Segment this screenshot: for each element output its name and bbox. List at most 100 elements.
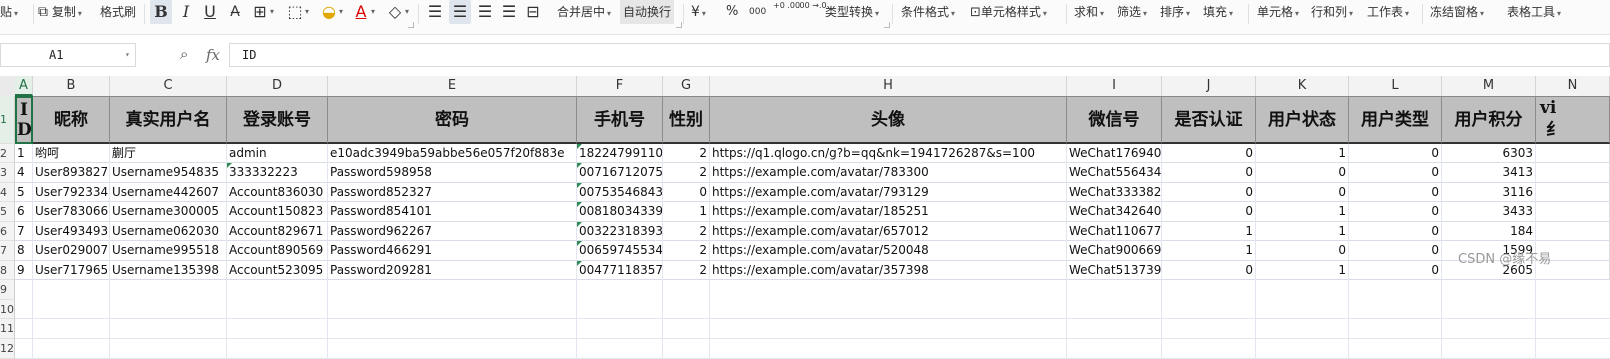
header-cell[interactable]: 登录账号	[227, 96, 328, 144]
data-cell[interactable]: 2	[663, 163, 710, 183]
column-header-m[interactable]: M	[1442, 76, 1536, 96]
data-cell[interactable]: admin	[227, 144, 328, 163]
data-cell[interactable]: Username135398	[110, 261, 227, 280]
id-cell[interactable]: 6	[15, 202, 33, 222]
data-cell[interactable]: WeChat556434	[1067, 163, 1162, 183]
data-cell[interactable]: 1	[1162, 241, 1256, 261]
align-left-icon[interactable]: ☰	[424, 0, 446, 24]
cell-button[interactable]: 单元格 ▾	[1257, 0, 1299, 24]
header-cell[interactable]: 密码	[328, 96, 577, 144]
align-group-expander[interactable]	[676, 22, 682, 28]
column-header-k[interactable]: K	[1256, 76, 1349, 96]
font-group-expander[interactable]	[408, 22, 414, 28]
column-header-a[interactable]: A	[15, 76, 33, 96]
data-cell[interactable]: 0	[1349, 241, 1442, 261]
type-convert-button[interactable]: 类型转换 ▾	[825, 0, 879, 24]
empty-row[interactable]	[15, 319, 1610, 339]
data-cell[interactable]: WeChat333382	[1067, 183, 1162, 202]
select-all-corner[interactable]	[0, 76, 16, 96]
id-cell[interactable]: 5	[15, 183, 33, 202]
data-cell[interactable]: 1	[1256, 261, 1349, 280]
data-cell[interactable]: User029007	[33, 241, 110, 261]
header-cell[interactable]: 微信号	[1067, 96, 1162, 144]
header-cell[interactable]: 是否认证	[1162, 96, 1256, 144]
font-color-icon[interactable]: A	[350, 0, 372, 24]
fx-icon[interactable]: fx	[206, 46, 220, 64]
data-cell[interactable]: 0	[1162, 144, 1256, 163]
data-cell[interactable]: Username300005	[110, 202, 227, 222]
data-cell[interactable]: 0	[663, 183, 710, 202]
row-header-3[interactable]: 3	[0, 163, 15, 183]
header-cell[interactable]: 用户类型	[1349, 96, 1442, 144]
column-header-f[interactable]: F	[577, 76, 663, 96]
data-cell[interactable]: 0	[1256, 183, 1349, 202]
row-col-button[interactable]: 行和列 ▾	[1311, 0, 1353, 24]
data-cell[interactable]: User493493	[33, 222, 110, 241]
data-cell[interactable]: 0	[1349, 183, 1442, 202]
italic-icon[interactable]: I	[175, 0, 197, 24]
data-cell[interactable]: https://example.com/avatar/783300	[710, 163, 1067, 183]
header-cell[interactable]: 昵称	[33, 96, 110, 144]
data-cell[interactable]: 0	[1349, 163, 1442, 183]
header-cell[interactable]: 性别	[663, 96, 710, 144]
clear-eraser-icon[interactable]: ◇	[384, 0, 406, 24]
id-cell[interactable]: 4	[15, 163, 33, 183]
header-cell-id[interactable]: ID	[15, 96, 33, 144]
number-group-expander[interactable]	[884, 22, 890, 28]
header-cell[interactable]: 真实用户名	[110, 96, 227, 144]
header-cell[interactable]: 手机号	[577, 96, 663, 144]
data-cell[interactable]: 1	[663, 202, 710, 222]
justify-icon[interactable]: ☰	[498, 0, 520, 24]
data-cell[interactable]: 00659745534	[577, 241, 663, 261]
data-cell[interactable]	[1536, 222, 1610, 241]
data-cell[interactable]: 2	[663, 241, 710, 261]
data-cell[interactable]: https://example.com/avatar/185251	[710, 202, 1067, 222]
data-cell[interactable]: 3413	[1442, 163, 1536, 183]
currency-icon[interactable]: ¥ ▾	[691, 0, 706, 24]
data-cell[interactable]: 0	[1349, 222, 1442, 241]
data-cell[interactable]: Account829671	[227, 222, 328, 241]
data-cell[interactable]: https://example.com/avatar/520048	[710, 241, 1067, 261]
data-cell[interactable]: 333332223	[227, 163, 328, 183]
data-cell[interactable]: https://example.com/avatar/657012	[710, 222, 1067, 241]
column-header-g[interactable]: G	[663, 76, 710, 96]
data-cell[interactable]	[1536, 183, 1610, 202]
strikethrough-icon[interactable]: A̶	[224, 0, 246, 24]
row-header-4[interactable]: 4	[0, 183, 15, 202]
percent-icon[interactable]: %	[726, 0, 738, 24]
data-cell[interactable]: 哟呵	[33, 144, 110, 163]
data-cell[interactable]: WeChat176940	[1067, 144, 1162, 163]
data-cell[interactable]: Account150823	[227, 202, 328, 222]
id-cell[interactable]: 7	[15, 222, 33, 241]
data-cell[interactable]: 0	[1349, 144, 1442, 163]
data-cell[interactable]: 1	[1256, 202, 1349, 222]
data-cell[interactable]: 00477118357	[577, 261, 663, 280]
data-cell[interactable]: User783066	[33, 202, 110, 222]
data-cell[interactable]: 1	[1162, 222, 1256, 241]
increase-decimal-icon[interactable]: +0 .00	[773, 0, 800, 24]
format-painter-button[interactable]: 格式刷	[100, 0, 136, 24]
data-cell[interactable]: User893827	[33, 163, 110, 183]
data-cell[interactable]: Username062030	[110, 222, 227, 241]
column-header-c[interactable]: C	[110, 76, 227, 96]
cell-style-button[interactable]: ⊡单元格样式 ▾	[970, 0, 1047, 24]
column-header-l[interactable]: L	[1349, 76, 1442, 96]
data-cell[interactable]: 00818034339	[577, 202, 663, 222]
data-cell[interactable]: 2	[663, 144, 710, 163]
border-dropdown-icon[interactable]: ▾	[270, 0, 274, 24]
sum-button[interactable]: 求和 ▾	[1074, 0, 1104, 24]
data-cell[interactable]: WeChat110677	[1067, 222, 1162, 241]
underline-icon[interactable]: U	[199, 0, 221, 24]
row-header-6[interactable]: 6	[0, 222, 15, 241]
row-header-2[interactable]: 2	[0, 144, 15, 163]
data-cell[interactable]: User792334	[33, 183, 110, 202]
data-cell[interactable]: Username995518	[110, 241, 227, 261]
distributed-align-icon[interactable]: ⊟	[522, 0, 544, 24]
data-cell[interactable]: Password962267	[328, 222, 577, 241]
data-cell[interactable]: 蒯厅	[110, 144, 227, 163]
style-dropdown-icon[interactable]: ▾	[305, 0, 309, 24]
fill-button[interactable]: 填充 ▾	[1203, 0, 1233, 24]
row-header-7[interactable]: 7	[0, 241, 15, 261]
cell-style-brush-icon[interactable]: ⬚	[284, 0, 306, 24]
row-header-11[interactable]: 11	[0, 319, 15, 339]
